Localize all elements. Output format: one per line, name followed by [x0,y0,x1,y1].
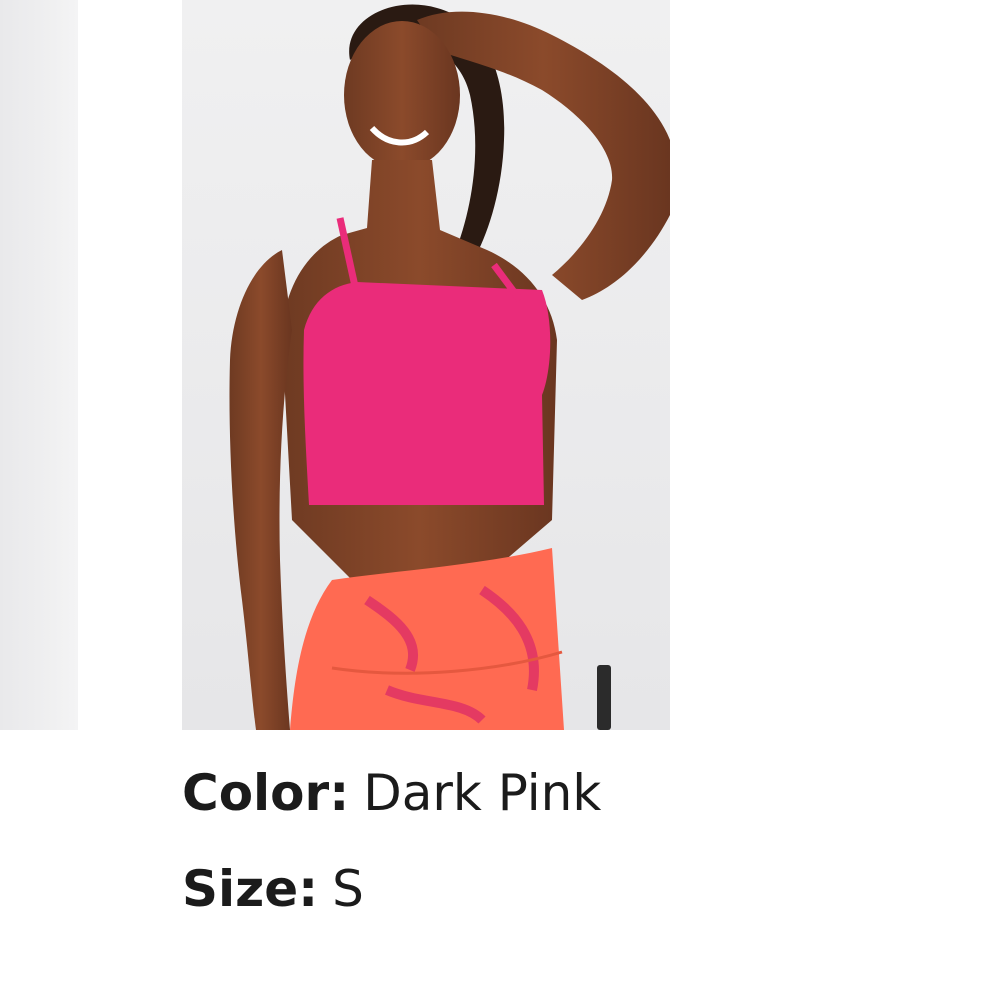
size-value: S [332,860,364,918]
product-image[interactable] [182,0,670,730]
previous-image-thumbnail[interactable] [0,0,78,730]
size-label: Size: [182,860,319,918]
color-value: Dark Pink [363,764,602,822]
size-row: Size: S [182,864,942,914]
color-label: Color: [182,764,350,822]
color-row: Color: Dark Pink [182,768,942,818]
product-details: Color: Dark Pink Size: S [182,768,942,914]
product-photo [182,0,670,730]
